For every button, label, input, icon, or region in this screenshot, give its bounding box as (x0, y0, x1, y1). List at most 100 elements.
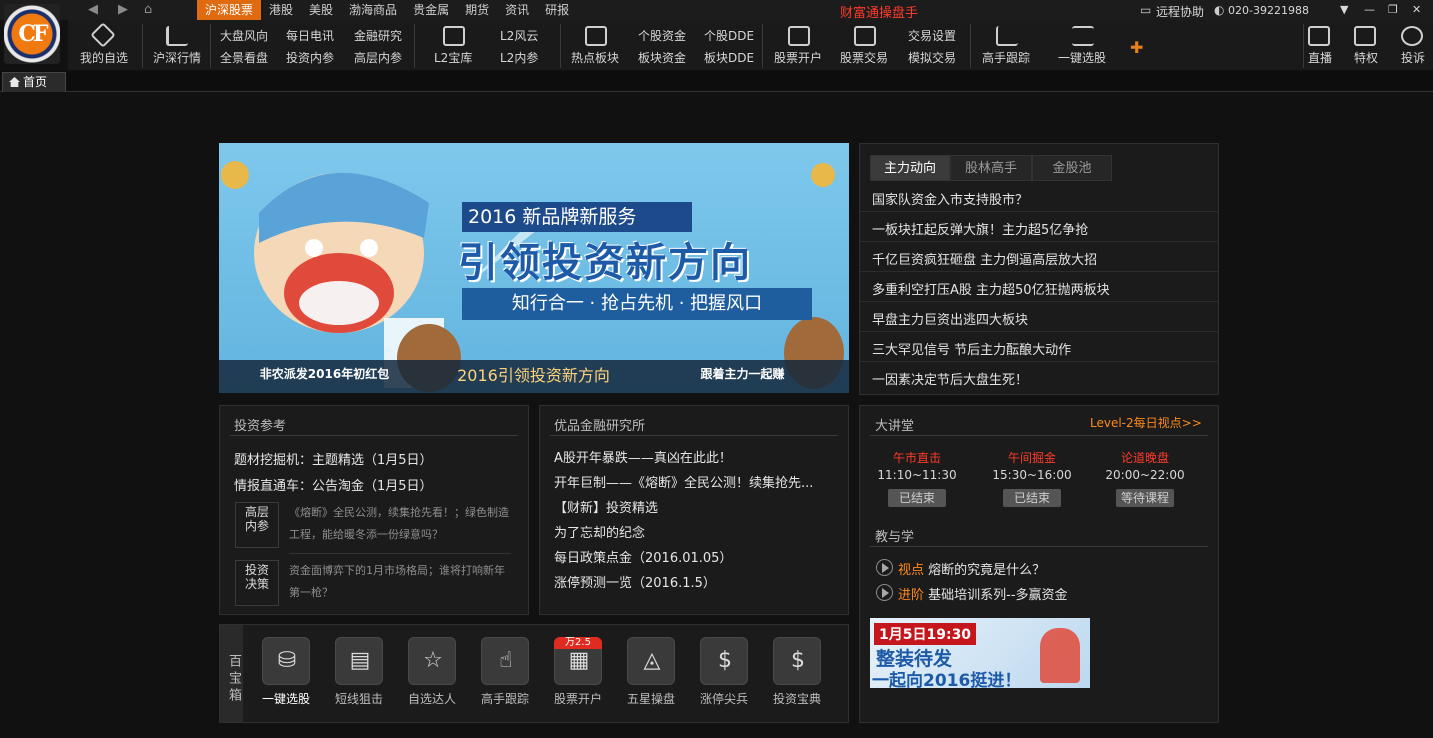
tool-limit-up[interactable]: $ (700, 637, 748, 685)
tab-main-force[interactable]: 主力动向 (870, 155, 950, 181)
research-item[interactable]: A股开年暴跌——真凶在此此！ (554, 447, 732, 466)
one-click-button[interactable]: 一键选股 (1058, 49, 1106, 66)
session-name[interactable]: 论道晚盘 (1100, 449, 1190, 466)
session-name[interactable]: 午间掘金 (987, 449, 1077, 466)
forward-arrow-icon[interactable]: ▶ (118, 2, 128, 17)
separator (414, 24, 415, 68)
research-item[interactable]: 开年巨制——《熔断》全民公测！续集抢先... (554, 472, 813, 491)
news-item[interactable]: 千亿巨资疯狂砸盘 主力倒逼高层放大招 (872, 249, 1097, 268)
tab-precious-metals[interactable]: 贵金属 (405, 0, 457, 20)
privilege-button[interactable]: 特权 (1354, 49, 1378, 66)
dropdown-icon[interactable]: ▼ (1340, 3, 1348, 16)
teach-item[interactable]: 视点 熔断的究竟是什么？ (898, 559, 1045, 578)
research-item[interactable]: 每日政策点金（2016.01.05） (554, 547, 732, 566)
l2-vault-button[interactable]: L2宝库 (434, 49, 472, 66)
badge-invest-decision[interactable]: 投资 决策 (235, 560, 279, 606)
back-arrow-icon[interactable]: ◀ (88, 2, 98, 17)
research-item[interactable]: 【财新】投资精选 (554, 497, 658, 516)
tab-futures[interactable]: 期货 (457, 0, 497, 20)
tool-label: 股票开户 (553, 692, 602, 706)
tab-golden-stocks[interactable]: 金股池 (1032, 155, 1112, 181)
invest-ref-button[interactable]: 投资内参 (286, 49, 334, 66)
tool-watchlist-master[interactable]: ☆ (408, 637, 456, 685)
teach-item[interactable]: 进阶 基础培训系列--多赢资金 (898, 584, 1068, 603)
promo-image[interactable]: 1月5日19:30 整装待发 一起向2016挺进！ (870, 618, 1090, 691)
daily-tel-button[interactable]: 每日电讯 (286, 27, 334, 44)
hand-pointer-icon: ☝ (499, 648, 513, 673)
toolbox-panel (219, 624, 849, 723)
stock-dde-button[interactable]: 个股DDE (704, 27, 754, 44)
tab-news[interactable]: 资讯 (497, 0, 537, 20)
add-widget-icon[interactable]: ✚ (1130, 38, 1143, 57)
trade-settings-button[interactable]: 交易设置 (908, 27, 956, 44)
restore-icon[interactable]: ❐ (1388, 3, 1398, 16)
top-menu-bar: ◀ ▶ ⌂ 沪深股票 港股 美股 渤海商品 贵金属 期货 资讯 研报 财富通操盘… (0, 0, 1433, 21)
play-icon[interactable] (876, 584, 893, 601)
quanjing-button[interactable]: 全景看盘 (220, 49, 268, 66)
session-status-button[interactable]: 等待课程 (1116, 489, 1174, 507)
stock-fund-button[interactable]: 个股资金 (638, 27, 686, 44)
tool-one-click-select[interactable]: ⛁ (262, 637, 310, 685)
hot-sector-button[interactable]: 热点板块 (571, 49, 619, 66)
calendar-icon (1354, 26, 1376, 46)
promo-line2: 一起向2016挺进！ (872, 671, 1022, 691)
tool-five-star[interactable]: ◬ (627, 637, 675, 685)
tool-expert-follow[interactable]: ☝ (481, 637, 529, 685)
dapan-button[interactable]: 大盘风向 (220, 27, 268, 44)
senior-ref-summary[interactable]: 《熔断》全民公测，续集抢先看！；绿色制造工程，能给暖冬添一份绿意吗？ (289, 502, 514, 546)
news-item[interactable]: 一因素决定节后大盘生死！ (872, 369, 1028, 388)
list-check-icon (1072, 26, 1094, 46)
sector-dde-button[interactable]: 板块DDE (704, 49, 754, 66)
tab-hs-stocks[interactable]: 沪深股票 (197, 0, 262, 20)
invest-ref-item[interactable]: 情报直通车：公告淘金（1月5日） (234, 475, 433, 494)
banner-link-2016[interactable]: 2016引领投资新方向 (430, 362, 637, 386)
news-item[interactable]: 多重利空打压A股 主力超50亿狂抛两板块 (872, 279, 1110, 298)
level2-link[interactable]: Level-2每日视点>> (1090, 414, 1202, 431)
home-page-tab[interactable]: 首页 (2, 72, 66, 92)
my-watchlist-button[interactable]: 我的自选 (80, 49, 128, 66)
l2-wind-button[interactable]: L2风云 (500, 27, 538, 44)
trade-button[interactable]: 股票交易 (840, 49, 888, 66)
session-status-button[interactable]: 已结束 (1003, 489, 1061, 507)
news-item[interactable]: 一板块扛起反弹大旗！主力超5亿争抢 (872, 219, 1088, 238)
sim-trade-button[interactable]: 模拟交易 (908, 49, 956, 66)
research-item[interactable]: 涨停预测一览（2016.1.5） (554, 572, 716, 591)
invest-ref-item[interactable]: 题材挖掘机：主题精选（1月5日） (234, 449, 433, 468)
news-item[interactable]: 早盘主力巨资出逃四大板块 (872, 309, 1028, 328)
minimize-icon[interactable]: — (1364, 3, 1375, 16)
toolbox-label: 百宝箱 (220, 625, 243, 722)
market-button[interactable]: 沪深行情 (153, 49, 201, 66)
tool-short-snipe[interactable]: ▤ (335, 637, 383, 685)
tab-us-stocks[interactable]: 美股 (301, 0, 341, 20)
session-status-button[interactable]: 已结束 (888, 489, 946, 507)
remote-help-link[interactable]: 远程协助 (1156, 3, 1204, 20)
close-icon[interactable]: ✕ (1412, 3, 1421, 16)
expert-follow-button[interactable]: 高手跟踪 (982, 49, 1030, 66)
tab-hk-stocks[interactable]: 港股 (261, 0, 301, 20)
finance-research-button[interactable]: 金融研究 (354, 27, 402, 44)
invest-decision-summary[interactable]: 资金面博弈下的1月市场格局；谁将打响新年第一枪？ (289, 560, 514, 604)
tool-invest-book[interactable]: $ (773, 637, 821, 685)
tab-stock-experts[interactable]: 股林高手 (950, 155, 1032, 181)
tool-label: 短线狙击 (334, 692, 383, 706)
banner-link-nfp[interactable]: 非农派发2016年初红包 (222, 365, 427, 382)
live-button[interactable]: 直播 (1308, 49, 1332, 66)
tab-research[interactable]: 研报 (537, 0, 577, 20)
research-item[interactable]: 为了忘却的纪念 (554, 522, 645, 541)
open-account-button[interactable]: 股票开户 (774, 49, 822, 66)
l2-inner-button[interactable]: L2内参 (500, 49, 538, 66)
tab-bohai[interactable]: 渤海商品 (341, 0, 405, 20)
phone-number: 020-39221988 (1228, 4, 1309, 17)
senior-ref-button[interactable]: 高层内参 (354, 49, 402, 66)
sector-fund-button[interactable]: 板块资金 (638, 49, 686, 66)
home-icon[interactable]: ⌂ (144, 2, 152, 17)
news-item[interactable]: 国家队资金入市支持股市？ (872, 189, 1028, 208)
news-item[interactable]: 三大罕见信号 节后主力酝酿大动作 (872, 339, 1071, 358)
banner-link-follow[interactable]: 跟着主力一起赚 (640, 365, 845, 382)
badge-senior-ref[interactable]: 高层 内参 (235, 502, 279, 548)
account-icon (788, 26, 810, 46)
complaint-button[interactable]: 投诉 (1401, 49, 1425, 66)
session-name[interactable]: 午市直击 (872, 449, 962, 466)
play-icon[interactable] (876, 559, 893, 576)
trade-yen-icon (854, 26, 876, 46)
